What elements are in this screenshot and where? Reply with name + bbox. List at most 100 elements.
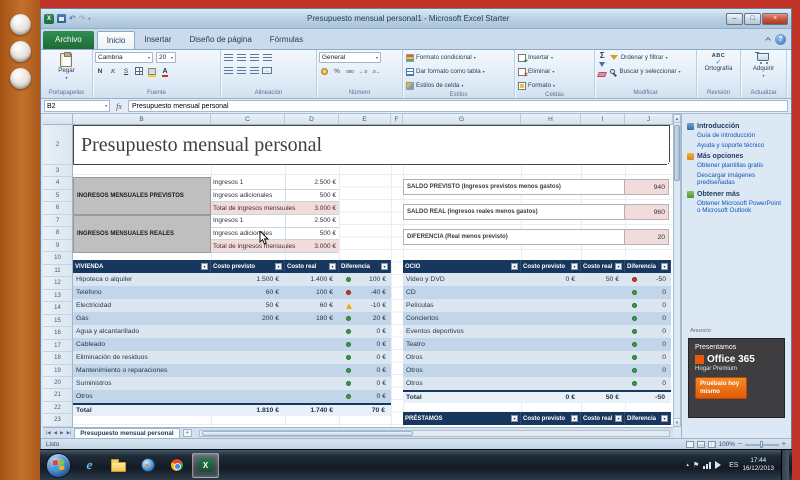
- tab-formulas[interactable]: Fórmulas: [261, 31, 312, 49]
- income-name-cell[interactable]: Total de ingresos mensuales: [211, 240, 285, 252]
- income-name-cell[interactable]: Ingresos adicionales: [211, 190, 285, 202]
- cell-category[interactable]: CD: [403, 286, 521, 299]
- column-header[interactable]: I: [581, 114, 625, 125]
- row-header[interactable]: 10: [43, 252, 72, 264]
- save-icon[interactable]: [57, 14, 66, 23]
- cell-category[interactable]: Conciertos: [403, 312, 521, 325]
- cell-costo-previsto[interactable]: [211, 351, 285, 364]
- increase-decimal-button[interactable]: ←.0: [358, 66, 368, 76]
- fill-color-button[interactable]: [147, 66, 157, 76]
- align-right-button[interactable]: [249, 65, 259, 75]
- align-bottom-button[interactable]: [249, 52, 259, 62]
- cell-costo-previsto[interactable]: [521, 351, 581, 364]
- row-header[interactable]: 16: [43, 327, 72, 339]
- undo-icon[interactable]: ↶: [69, 15, 76, 23]
- scroll-down-icon[interactable]: ▼: [674, 418, 680, 426]
- cell-category[interactable]: Video y DVD: [403, 273, 521, 286]
- cell-diferencia[interactable]: 0: [625, 299, 671, 312]
- cell-costo-previsto[interactable]: 50 €: [211, 299, 285, 312]
- decrease-decimal-button[interactable]: .0→: [371, 66, 381, 76]
- page-layout-view-icon[interactable]: [697, 441, 705, 448]
- cell-diferencia[interactable]: 100 €: [339, 273, 391, 286]
- taskbar-button-chrome[interactable]: [163, 453, 190, 478]
- column-header[interactable]: F: [391, 114, 403, 125]
- cell-costo-previsto[interactable]: [521, 377, 581, 390]
- cell-costo-previsto[interactable]: [211, 390, 285, 403]
- income-value-cell[interactable]: 2.500 €: [285, 215, 339, 227]
- cell-diferencia[interactable]: 20 €: [339, 312, 391, 325]
- cell-costo-real[interactable]: [581, 312, 625, 325]
- cell-costo-real[interactable]: [581, 299, 625, 312]
- column-header[interactable]: J: [625, 114, 673, 125]
- minimize-ribbon-icon[interactable]: [765, 37, 771, 43]
- next-sheet-icon[interactable]: ▶: [60, 430, 63, 436]
- row-header[interactable]: 22: [43, 402, 72, 414]
- conditional-format-button[interactable]: Formato condicional ▾: [405, 52, 512, 63]
- balance-value-cell[interactable]: 20: [624, 230, 668, 244]
- cell-costo-previsto[interactable]: [521, 299, 581, 312]
- column-header[interactable]: E: [339, 114, 391, 125]
- show-desktop-button[interactable]: [781, 450, 789, 480]
- income-name-cell[interactable]: Ingresos 1: [211, 177, 285, 189]
- align-middle-button[interactable]: [236, 52, 246, 62]
- cell-category[interactable]: Películas: [403, 299, 521, 312]
- balance-value-cell[interactable]: 960: [624, 205, 668, 219]
- row-header[interactable]: 11: [43, 265, 72, 277]
- cell-costo-real[interactable]: [581, 351, 625, 364]
- row-header[interactable]: 9: [43, 240, 72, 252]
- cell-costo-real[interactable]: 50 €: [581, 273, 625, 286]
- column-header[interactable]: G: [403, 114, 521, 125]
- income-value-cell[interactable]: 500 €: [285, 228, 339, 240]
- column-headers[interactable]: B C D E F G H I J: [73, 114, 673, 125]
- row-header[interactable]: 14: [43, 302, 72, 314]
- font-size-select[interactable]: 20 ▾: [156, 52, 176, 63]
- cell-diferencia[interactable]: 0: [625, 312, 671, 325]
- volume-icon[interactable]: [715, 461, 725, 469]
- taskbar-button-excel[interactable]: X: [192, 453, 219, 478]
- cell-diferencia[interactable]: -50: [625, 273, 671, 286]
- cell-costo-previsto[interactable]: [211, 325, 285, 338]
- cell-diferencia[interactable]: 0 €: [339, 325, 391, 338]
- percent-button[interactable]: %: [332, 66, 342, 76]
- balance-label-cell[interactable]: DIFERENCIA (Real menos previsto): [404, 230, 624, 244]
- balance-value-cell[interactable]: 940: [624, 180, 668, 194]
- cell-diferencia[interactable]: 0: [625, 286, 671, 299]
- maximize-button[interactable]: □: [744, 13, 761, 25]
- currency-button[interactable]: [319, 66, 329, 76]
- cell-diferencia[interactable]: 0 €: [339, 390, 391, 403]
- cell-costo-real[interactable]: [285, 325, 339, 338]
- row-header[interactable]: 7: [43, 215, 72, 227]
- minimize-button[interactable]: –: [726, 13, 743, 25]
- tab-diseno[interactable]: Diseño de página: [181, 31, 261, 49]
- cell-diferencia[interactable]: 0 €: [339, 338, 391, 351]
- horizontal-scrollbar[interactable]: [199, 430, 670, 437]
- zoom-out-icon[interactable]: −: [738, 441, 742, 448]
- cell-costo-previsto[interactable]: [521, 364, 581, 377]
- income-group-label[interactable]: INGRESOS MENSUALES REALES: [73, 215, 211, 253]
- selection-handle[interactable]: [667, 162, 670, 165]
- cell-costo-previsto[interactable]: 60 €: [211, 286, 285, 299]
- income-group-label[interactable]: INGRESOS MENSUALES PREVISTOS: [73, 177, 211, 215]
- cell-costo-real[interactable]: 60 €: [285, 299, 339, 312]
- balance-label-cell[interactable]: SALDO PREVISTO (Ingresos previstos menos…: [404, 180, 624, 194]
- cell-category[interactable]: Mantenimiento o reparaciones: [73, 364, 211, 377]
- row-header[interactable]: 2: [43, 125, 72, 165]
- balance-label-cell[interactable]: SALDO REAL (Ingresos reales menos gastos…: [404, 205, 624, 219]
- cell-costo-real[interactable]: 1.400 €: [285, 273, 339, 286]
- income-name-cell[interactable]: Ingresos adicionales: [211, 228, 285, 240]
- align-center-button[interactable]: [236, 65, 246, 75]
- font-name-select[interactable]: Cambria ▾: [95, 52, 153, 63]
- prev-sheet-icon[interactable]: ◀: [54, 430, 57, 436]
- cell-category[interactable]: Otros: [403, 377, 521, 390]
- autosum-icon[interactable]: Σ: [600, 52, 605, 60]
- income-value-cell[interactable]: 500 €: [285, 190, 339, 202]
- income-value-cell[interactable]: 3.000 €: [285, 240, 339, 252]
- scrollbar-thumb[interactable]: [674, 125, 680, 181]
- column-header[interactable]: B: [73, 114, 211, 125]
- cell-costo-real[interactable]: [581, 338, 625, 351]
- total-previsto-cell[interactable]: 0 €: [521, 392, 581, 403]
- cell-costo-real[interactable]: 100 €: [285, 286, 339, 299]
- scrollbar-thumb[interactable]: [202, 431, 413, 436]
- vertical-scrollbar[interactable]: ▲ ▼: [673, 114, 681, 427]
- close-button[interactable]: ×: [762, 13, 788, 25]
